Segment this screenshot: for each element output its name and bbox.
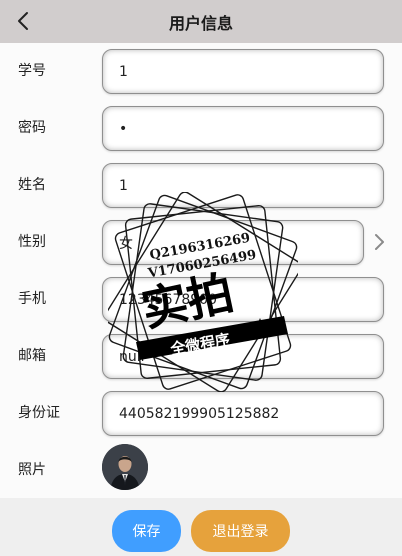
name-input[interactable] (102, 163, 384, 208)
chevron-left-icon (18, 12, 28, 30)
user-info-form: 学号 密码 姓名 性别 手机 邮箱 身份证 照片 (0, 43, 402, 498)
page-title: 用户信息 (168, 13, 233, 33)
row-gender: 性别 (0, 214, 402, 271)
back-button[interactable] (10, 8, 36, 34)
row-phone: 手机 (0, 271, 402, 328)
password-input[interactable] (102, 106, 384, 151)
name-label: 姓名 (18, 177, 46, 193)
row-name: 姓名 (0, 157, 402, 214)
row-photo: 照片 (0, 442, 402, 499)
row-id-card: 身份证 (0, 385, 402, 442)
row-student-id: 学号 (0, 43, 402, 100)
password-label: 密码 (18, 120, 46, 136)
photo-label: 照片 (18, 462, 46, 478)
person-photo-icon (102, 444, 148, 490)
gender-label: 性别 (18, 234, 46, 250)
header-bar: 用户信息 (0, 0, 402, 43)
row-password: 密码 (0, 100, 402, 157)
email-label: 邮箱 (18, 348, 46, 364)
gender-select[interactable] (102, 220, 364, 265)
phone-input[interactable] (102, 277, 384, 322)
save-button[interactable]: 保存 (112, 510, 181, 552)
avatar[interactable] (102, 444, 148, 490)
student-id-label: 学号 (18, 63, 46, 79)
row-email: 邮箱 (0, 328, 402, 385)
logout-button[interactable]: 退出登录 (191, 510, 290, 552)
id-card-input[interactable] (102, 391, 384, 436)
email-input[interactable] (102, 334, 384, 379)
chevron-right-icon[interactable] (371, 232, 387, 252)
student-id-input[interactable] (102, 49, 384, 94)
footer-actions: 保存 退出登录 (0, 498, 402, 556)
phone-label: 手机 (18, 291, 46, 307)
id-card-label: 身份证 (18, 405, 60, 421)
